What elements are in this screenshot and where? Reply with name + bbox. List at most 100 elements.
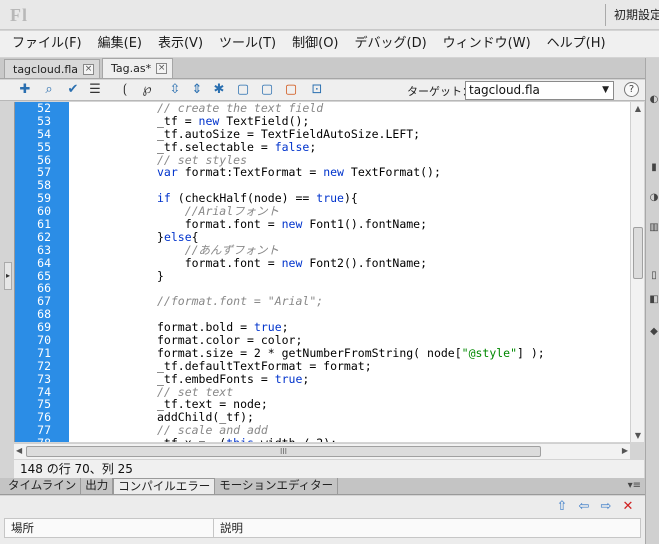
scroll-down-icon[interactable]: ▼ — [631, 431, 645, 440]
code-editor[interactable]: 52 // create the text field 53 _tf = new Te… — [14, 102, 630, 442]
find-icon[interactable]: ⌕ — [40, 81, 58, 99]
dock-panel-icon[interactable]: ◐ — [648, 94, 659, 108]
code-line[interactable]: 76 addChild(_tf); — [15, 411, 630, 424]
code-text: //あんずフォント — [157, 242, 280, 257]
line-number: 61 — [37, 217, 51, 232]
code-line[interactable]: 75 _tf.text = node; — [15, 398, 630, 411]
dock-panel-icon[interactable]: ◆ — [648, 326, 659, 340]
code-line[interactable]: 68 — [15, 308, 630, 321]
code-line[interactable]: 63 //あんずフォント — [15, 242, 630, 257]
close-icon[interactable]: × — [156, 63, 168, 74]
tab-tag-as[interactable]: Tag.as* × — [102, 58, 174, 78]
previous-error-icon[interactable]: ⇦ — [573, 498, 595, 516]
expand-all-icon[interactable]: ✱ — [210, 81, 228, 99]
code-line[interactable]: 61 format.font = new Font1().fontName; — [15, 218, 630, 231]
document-tab-bar: tagcloud.fla × Tag.as* × — [0, 58, 645, 79]
error-table-header: 場所 説明 — [4, 518, 641, 538]
code-line[interactable]: 74// set text — [15, 385, 630, 399]
dock-panel-icon[interactable]: ▮ — [648, 162, 659, 176]
code-hint-icon[interactable]: ⟮ — [116, 81, 134, 99]
add-statement-icon[interactable]: ✚ — [16, 81, 34, 99]
code-line[interactable]: 59 if (checkHalf(node) == true){ — [15, 192, 630, 205]
code-line[interactable]: 71 format.size = 2 * getNumberFromString(… — [15, 346, 630, 360]
tab-tagcloud-fla[interactable]: tagcloud.fla × — [4, 59, 100, 78]
code-lines: 52 // create the text field 53 _tf = new Te… — [15, 102, 630, 442]
scroll-left-icon[interactable]: ◀ — [16, 446, 22, 455]
debug-options-icon[interactable]: ℘ — [138, 81, 156, 99]
line-number: 73 — [37, 371, 51, 386]
horizontal-scrollbar[interactable]: ◀ III ▶ — [14, 443, 630, 459]
menu-help[interactable]: ヘルプ(H) — [539, 31, 614, 57]
code-line[interactable]: 64 format.font = new Font2().fontName; — [15, 256, 630, 270]
code-line[interactable]: 67//format.font = "Arial"; — [15, 295, 630, 308]
dock-panel-icon[interactable]: ▯ — [648, 270, 659, 284]
menu-bar: ファイル(F) 編集(E) 表示(V) ツール(T) 制御(O) デバッグ(D)… — [0, 31, 659, 57]
panel-menu-icon[interactable]: ▾≡ — [628, 480, 641, 491]
target-value: tagcloud.fla — [469, 83, 540, 97]
chevron-down-icon: ▼ — [602, 85, 609, 95]
code-text: }else{ — [157, 229, 199, 244]
collapse-between-icon[interactable]: ⇳ — [166, 81, 184, 99]
title-bar: Fl 初期設定 — [0, 0, 659, 30]
line-number: 54 — [37, 126, 51, 141]
scroll-up-icon[interactable]: ▲ — [631, 104, 645, 113]
tab-motion-editor[interactable]: モーションエディター — [215, 478, 339, 494]
code-line[interactable]: 57 var format:TextFormat = new TextFormat… — [15, 166, 630, 179]
code-line[interactable]: 70 format.color = color; — [15, 334, 630, 347]
tab-compiler-errors[interactable]: コンパイルエラー — [113, 478, 216, 494]
menu-view[interactable]: 表示(V) — [150, 31, 211, 57]
remove-comment-icon[interactable]: ▢ — [282, 81, 300, 99]
code-line[interactable]: 62}else{ — [15, 229, 630, 244]
dock-panel-icon[interactable]: ◧ — [648, 294, 659, 308]
menu-edit[interactable]: 編集(E) — [90, 31, 150, 57]
auto-format-icon[interactable]: ☰ — [86, 81, 104, 99]
tab-timeline[interactable]: タイムライン — [4, 478, 82, 494]
menu-tools[interactable]: ツール(T) — [211, 31, 284, 57]
scroll-right-icon[interactable]: ▶ — [622, 446, 628, 455]
code-line[interactable]: 72 _tf.defaultTextFormat = format; — [15, 358, 630, 373]
code-line[interactable]: 55 _tf.selectable = false; — [15, 140, 630, 154]
panel-tab-bar: タイムライン 出力 コンパイルエラー モーションエディター ▾≡ — [0, 478, 645, 495]
clear-icon[interactable]: ✕ — [617, 498, 639, 516]
horizontal-scroll-thumb[interactable]: III — [26, 446, 541, 457]
line-number: 52 — [37, 102, 51, 115]
tab-output[interactable]: 出力 — [81, 478, 114, 494]
right-panel-dock: ◐ ▮ ◑ ▥ ▯ ◧ ◆ — [645, 58, 659, 544]
code-line[interactable]: 52 // create the text field — [15, 102, 630, 115]
script-toolbar: ✚ ⌕ ✔ ☰ ⟮ ℘ ⇳ ⇕ ✱ ▢ ▢ ▢ ⊡ ターゲット： tagclou… — [0, 80, 645, 101]
code-line[interactable]: 78_tf.x = -(this.width / 2); — [15, 437, 630, 442]
vertical-scrollbar[interactable]: ▲ ▼ — [630, 102, 644, 442]
next-error-icon[interactable]: ⇨ — [595, 498, 617, 516]
dock-panel-icon[interactable]: ◑ — [648, 192, 659, 206]
code-line[interactable]: 54 _tf.autoSize = TextFieldAutoSize.LEFT; — [15, 126, 630, 141]
toolbox-collapse-handle[interactable]: ▸ — [4, 262, 12, 290]
column-location[interactable]: 場所 — [5, 519, 34, 538]
vertical-scroll-thumb[interactable] — [633, 227, 643, 279]
app-logo: Fl — [10, 5, 28, 25]
code-line[interactable]: 73 _tf.embedFonts = true; — [15, 371, 630, 386]
code-text: _tf.defaultTextFormat = format; — [157, 358, 372, 373]
dock-panel-icon[interactable]: ▥ — [648, 222, 659, 236]
menu-debug[interactable]: デバッグ(D) — [347, 31, 435, 57]
show-hide-toolbox-icon[interactable]: ⊡ — [308, 81, 326, 99]
collapse-selection-icon[interactable]: ⇕ — [188, 81, 206, 99]
code-line[interactable]: 65} — [15, 269, 630, 283]
go-to-source-icon[interactable]: ⇧ — [551, 498, 573, 516]
line-number: 72 — [37, 358, 51, 373]
close-icon[interactable]: × — [83, 63, 94, 75]
check-syntax-icon[interactable]: ✔ — [64, 81, 82, 99]
column-description[interactable]: 説明 — [213, 519, 243, 538]
apply-line-comment-icon[interactable]: ▢ — [258, 81, 276, 99]
workspace-switcher[interactable]: 初期設定 — [605, 4, 659, 26]
target-select[interactable]: tagcloud.fla ▼ — [465, 81, 614, 100]
menu-file[interactable]: ファイル(F) — [4, 31, 90, 57]
apply-block-comment-icon[interactable]: ▢ — [234, 81, 252, 99]
menu-control[interactable]: 制御(O) — [284, 31, 346, 57]
tab-label: tagcloud.fla — [13, 62, 78, 76]
code-text: // create the text field — [157, 102, 324, 115]
code-line[interactable]: 53 _tf = new TextField(); — [15, 114, 630, 128]
help-icon[interactable]: ? — [624, 82, 639, 97]
menu-window[interactable]: ウィンドウ(W) — [435, 31, 539, 57]
code-line[interactable]: 69 format.bold = true; — [15, 321, 630, 334]
